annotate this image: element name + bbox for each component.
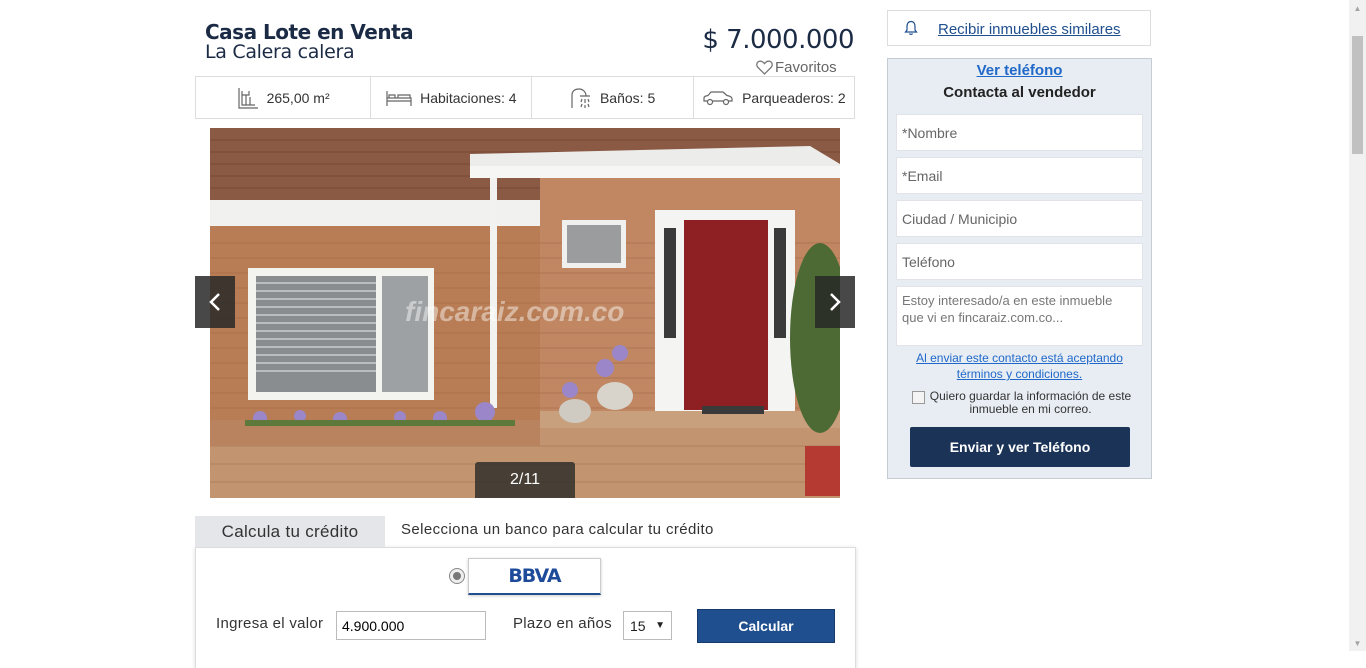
photo-counter: 2/11 xyxy=(475,462,575,498)
save-info-option: Quiero guardar la información de este in… xyxy=(912,390,1134,416)
feature-parking: Parqueaderos: 2 xyxy=(694,77,854,118)
area-icon xyxy=(237,87,258,109)
submit-contact-button[interactable]: Enviar y ver Teléfono xyxy=(910,427,1130,467)
similar-listings-link[interactable]: Recibir inmuebles similares xyxy=(938,21,1121,38)
name-field[interactable]: *Nombre xyxy=(896,114,1143,151)
shower-icon xyxy=(571,87,590,108)
listing-price: $ 7.000.000 xyxy=(702,25,854,55)
scroll-up-arrow[interactable]: ▲ xyxy=(1349,0,1366,16)
email-field[interactable]: *Email xyxy=(896,157,1143,194)
chevron-right-icon xyxy=(830,293,841,311)
heart-icon xyxy=(756,60,773,75)
bank-radio[interactable] xyxy=(449,568,465,584)
city-field[interactable]: Ciudad / Municipio xyxy=(896,200,1143,237)
feature-bathrooms-label: Baños: 5 xyxy=(599,89,656,106)
scrollbar-thumb[interactable] xyxy=(1352,36,1363,154)
show-phone-link[interactable]: Ver teléfono xyxy=(887,62,1152,79)
bank-logo-bbva[interactable]: BBVA xyxy=(468,558,601,595)
favorites-button[interactable]: Favoritos xyxy=(756,59,837,76)
car-icon xyxy=(703,90,733,105)
next-photo-button[interactable] xyxy=(815,276,855,328)
feature-bedrooms: Habitaciones: 4 xyxy=(371,77,533,118)
caret-down-icon: ▼ xyxy=(655,620,665,631)
value-label: Ingresa el valor xyxy=(216,615,324,632)
term-select-value: 15 xyxy=(630,617,646,634)
feature-bathrooms: Baños: 5 xyxy=(532,77,694,118)
term-select[interactable]: 15 ▼ xyxy=(623,611,672,640)
value-input[interactable] xyxy=(336,611,486,640)
features-bar: 265,00 m² Habitaciones: 4 Baños: 5 Parqu… xyxy=(195,76,855,119)
listing-location: La Calera calera xyxy=(205,41,355,63)
terms-line-1: Al enviar este contacto está aceptando xyxy=(916,351,1123,365)
terms-line-2: términos y condiciones. xyxy=(956,367,1083,381)
previous-photo-button[interactable] xyxy=(195,276,235,328)
message-textarea[interactable]: Estoy interesado/a en este inmueble que … xyxy=(896,286,1143,346)
save-info-checkbox[interactable] xyxy=(912,391,925,404)
feature-parking-label: Parqueaderos: 2 xyxy=(742,89,846,106)
bed-icon xyxy=(386,90,412,106)
bell-icon xyxy=(904,20,918,35)
contact-title: Contacta al vendedor xyxy=(943,84,1096,101)
calculate-button[interactable]: Calcular xyxy=(697,609,835,643)
scroll-down-arrow[interactable]: ▼ xyxy=(1349,635,1366,651)
photo-watermark: fincaraiz.com.co xyxy=(405,296,625,327)
term-label: Plazo en años xyxy=(513,615,612,632)
favorites-label: Favoritos xyxy=(775,59,837,76)
terms-link[interactable]: Al enviar este contacto está aceptando t… xyxy=(896,350,1143,382)
chevron-left-icon xyxy=(209,293,220,311)
phone-field[interactable]: Teléfono xyxy=(896,243,1143,280)
save-info-label: Quiero guardar la información de este in… xyxy=(929,389,1132,416)
feature-area-label: 265,00 m² xyxy=(266,89,330,106)
feature-bedrooms-label: Habitaciones: 4 xyxy=(420,89,517,106)
credit-instructions: Selecciona un banco para calcular tu cré… xyxy=(401,521,714,538)
credit-calculator-tab[interactable]: Calcula tu crédito xyxy=(195,516,385,547)
feature-area: 265,00 m² xyxy=(196,77,372,118)
